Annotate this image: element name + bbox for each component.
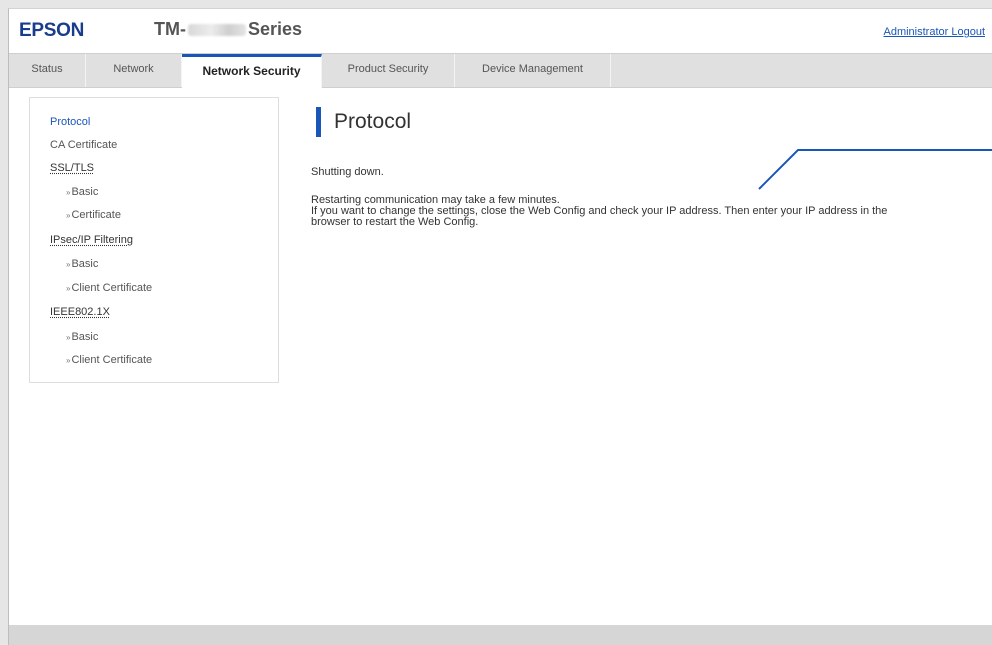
page-title: Protocol	[334, 110, 412, 133]
sidebar-group-ipsec[interactable]: IPsec/IP Filtering	[50, 234, 133, 246]
header: EPSON TM- Series Administrator Logout	[9, 9, 992, 53]
model-prefix: TM-	[154, 19, 186, 39]
callout-line	[758, 149, 992, 190]
title-accent-bar	[316, 107, 321, 137]
footer-bar	[9, 625, 992, 645]
bullet-icon: »	[66, 333, 71, 342]
sidebar-item-ssl-certificate[interactable]: »Certificate	[66, 209, 121, 221]
sidebar-nav: Protocol CA Certificate SSL/TLS »Basic »…	[29, 97, 279, 383]
sidebar-item-ipsec-basic[interactable]: »Basic	[66, 258, 98, 270]
epson-logo: EPSON	[19, 20, 85, 41]
redacted-model-number	[187, 23, 246, 36]
bullet-icon: »	[66, 284, 71, 293]
tab-status[interactable]: Status	[9, 54, 86, 87]
bullet-icon: »	[66, 356, 71, 365]
sidebar-item-ieee-basic[interactable]: »Basic	[66, 331, 98, 343]
bullet-icon: »	[66, 260, 71, 269]
main-tab-bar: Status Network Network Security Product …	[9, 53, 992, 88]
model-name: TM- Series	[154, 19, 302, 40]
bullet-icon: »	[66, 211, 71, 220]
sidebar-item-ssl-basic[interactable]: »Basic	[66, 186, 98, 198]
administrator-logout-link[interactable]: Administrator Logout	[884, 26, 986, 38]
tab-product-security[interactable]: Product Security	[322, 54, 455, 87]
sidebar-item-ipsec-client-certificate[interactable]: »Client Certificate	[66, 282, 152, 294]
model-suffix: Series	[247, 19, 303, 39]
bullet-icon: »	[66, 188, 71, 197]
status-message: Shutting down.	[311, 166, 384, 178]
sidebar-item-ieee-client-certificate[interactable]: »Client Certificate	[66, 354, 152, 366]
sidebar-item-ca-certificate[interactable]: CA Certificate	[50, 139, 117, 151]
page-title-block: Protocol	[316, 107, 411, 137]
restart-info-line-3: browser to restart the Web Config.	[311, 216, 479, 228]
sidebar-item-protocol[interactable]: Protocol	[50, 116, 90, 128]
sidebar-group-ssl-tls[interactable]: SSL/TLS	[50, 162, 94, 174]
tab-network[interactable]: Network	[86, 54, 182, 87]
sidebar-group-ieee8021x[interactable]: IEEE802.1X	[50, 306, 110, 318]
tab-network-security[interactable]: Network Security	[182, 54, 322, 88]
browser-page: EPSON TM- Series Administrator Logout St…	[8, 8, 992, 645]
tab-device-management[interactable]: Device Management	[455, 54, 611, 87]
